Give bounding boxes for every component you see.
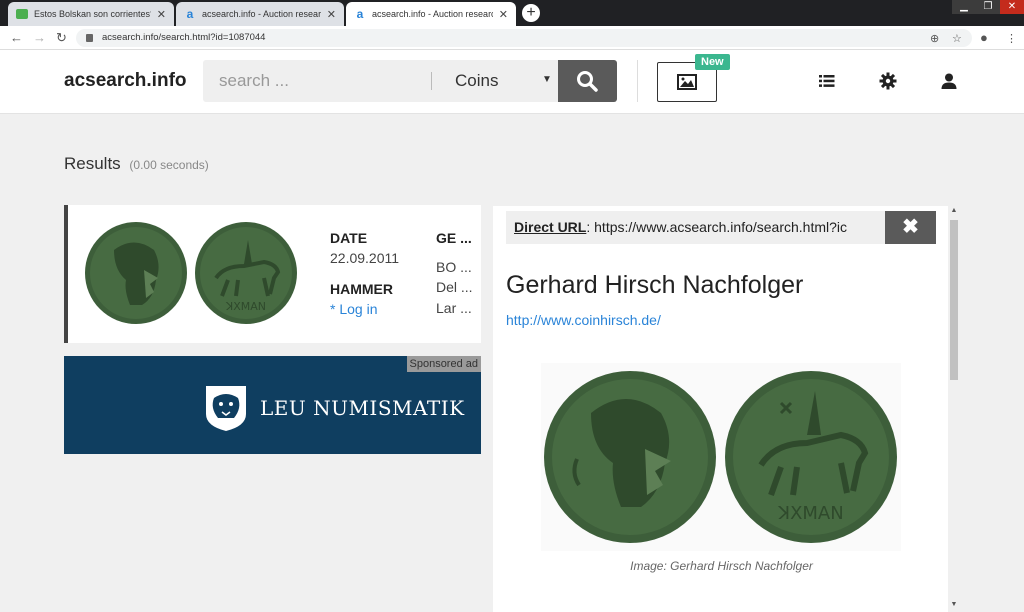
coin-obverse-large	[544, 371, 716, 543]
scrollbar-thumb[interactable]	[950, 220, 958, 380]
direct-url-label: Direct URL	[514, 219, 587, 235]
sponsored-ad-tag: Sponsored ad	[406, 356, 481, 372]
category-select[interactable]: Coins	[455, 71, 498, 91]
tab-close-icon[interactable]: ✕	[327, 8, 336, 21]
close-panel-button[interactable]: ✖	[885, 211, 936, 244]
header-separator	[637, 60, 638, 102]
ad-brand-text: LEU NUMISMATIK	[260, 396, 465, 420]
result-card[interactable]: ꓘXMAN DATE 22.09.2011 HAMMER * Log in GE…	[64, 205, 481, 343]
window-close-icon[interactable]: ✕	[1000, 0, 1024, 14]
acsearch-favicon-icon: a	[356, 7, 364, 21]
sponsored-ad-banner[interactable]: Sponsored ad LEU NUMISMATIK	[64, 356, 481, 454]
profile-icon[interactable]: ●	[980, 30, 988, 45]
back-icon[interactable]: ←	[10, 30, 23, 45]
acsearch-favicon-icon: a	[186, 7, 194, 21]
direct-url-value: : https://www.acsearch.info/search.html?…	[586, 219, 848, 235]
user-icon[interactable]	[940, 72, 958, 90]
description-label: GE ...	[436, 230, 472, 246]
search-input[interactable]	[203, 60, 431, 102]
coin-obverse-thumbnail[interactable]	[84, 220, 188, 326]
svg-text:ꓘXMAN: ꓘXMAN	[777, 503, 843, 524]
image-icon	[677, 74, 697, 90]
auction-house-link[interactable]: http://www.coinhirsch.de/	[506, 312, 661, 328]
gear-icon[interactable]	[879, 72, 897, 90]
results-heading: Results (0.00 seconds)	[64, 154, 209, 174]
bookmark-star-icon[interactable]: ☆	[952, 32, 962, 45]
chat-favicon-icon	[16, 9, 28, 19]
scroll-up-icon[interactable]: ▲	[948, 207, 960, 214]
search-button[interactable]	[558, 60, 617, 102]
list-icon[interactable]	[818, 72, 836, 90]
tab-title: acsearch.info - Auction research	[202, 9, 321, 19]
tab-close-icon[interactable]: ✕	[157, 8, 166, 21]
tab-2[interactable]: a acsearch.info - Auction research ✕	[176, 2, 344, 26]
direct-url-bar[interactable]: Direct URL: https://www.acsearch.info/se…	[506, 211, 886, 244]
address-text: acsearch.info/search.html?id=1087044	[102, 32, 266, 43]
browser-tabbar: Estos Bolskan son corrientes? no ✕ a acs…	[0, 0, 1024, 26]
tab-title: acsearch.info - Auction research	[372, 9, 493, 19]
auction-house-title: Gerhard Hirsch Nachfolger	[506, 271, 804, 299]
tab-1[interactable]: Estos Bolskan son corrientes? no ✕	[8, 2, 174, 26]
lion-shield-logo-icon	[206, 386, 246, 431]
search-icon	[577, 71, 598, 92]
scroll-down-icon[interactable]: ▼	[948, 601, 960, 608]
image-caption: Image: Gerhard Hirsch Nachfolger	[630, 559, 813, 573]
description-line: Del ...	[436, 279, 473, 295]
coin-reverse-thumbnail[interactable]: ꓘXMAN	[194, 220, 298, 326]
browser-menu-icon[interactable]: ⋮	[1006, 32, 1017, 45]
new-badge: New	[695, 54, 730, 70]
svg-text:ꓘXMAN: ꓘXMAN	[225, 300, 266, 313]
site-header: acsearch.info Coins ▼ New	[0, 50, 1024, 114]
description-line: BO ...	[436, 259, 472, 275]
window-maximize-icon[interactable]: ❐	[976, 0, 1000, 14]
hammer-label: HAMMER	[330, 281, 393, 297]
search-box: Coins ▼	[203, 60, 559, 102]
search-divider	[431, 72, 432, 90]
new-tab-button[interactable]: +	[522, 4, 540, 22]
tab-close-icon[interactable]: ✕	[499, 8, 508, 21]
description-line: Lar ...	[436, 300, 472, 316]
results-title: Results	[64, 154, 121, 173]
tab-title: Estos Bolskan son corrientes? no	[34, 9, 151, 19]
zoom-icon[interactable]: ⊕	[930, 32, 939, 45]
login-link[interactable]: * Log in	[330, 301, 377, 317]
address-bar[interactable]: acsearch.info/search.html?id=1087044	[76, 29, 972, 47]
window-minimize-icon[interactable]: ▁	[952, 0, 976, 14]
caret-down-icon[interactable]: ▼	[542, 74, 552, 85]
coin-image-large[interactable]: ꓘXMAN	[541, 363, 901, 551]
date-value: 22.09.2011	[330, 250, 400, 266]
browser-toolbar: ← → ↻ acsearch.info/search.html?id=10870…	[0, 26, 1024, 50]
tab-3-active[interactable]: a acsearch.info - Auction research ✕	[346, 2, 516, 26]
date-label: DATE	[330, 230, 368, 246]
results-time: (0.00 seconds)	[129, 158, 209, 172]
detail-panel: Direct URL: https://www.acsearch.info/se…	[493, 206, 950, 612]
forward-icon[interactable]: →	[33, 30, 46, 45]
coin-reverse-large: ꓘXMAN	[725, 371, 897, 543]
reload-icon[interactable]: ↻	[56, 30, 67, 46]
lock-icon	[86, 34, 93, 42]
site-logo[interactable]: acsearch.info	[64, 70, 187, 92]
